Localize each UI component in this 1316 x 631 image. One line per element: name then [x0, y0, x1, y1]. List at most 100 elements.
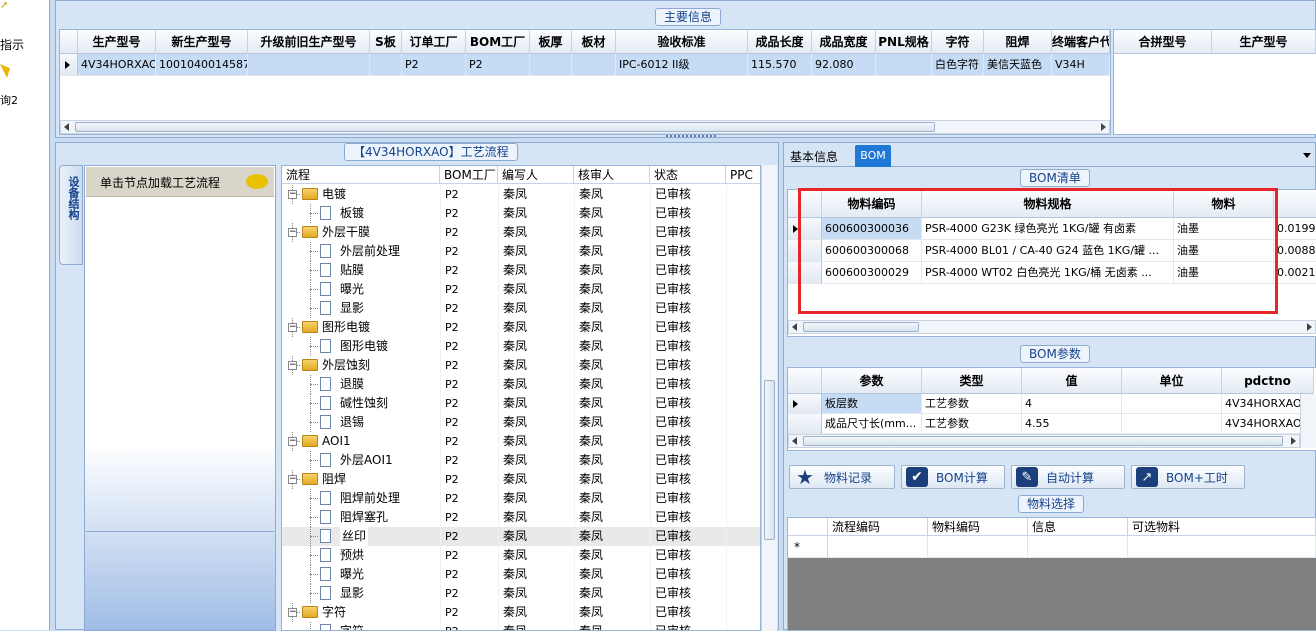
- param-col-header[interactable]: pdctno: [1222, 368, 1314, 394]
- bom-list-hscroll[interactable]: [788, 320, 1316, 334]
- bom-worktime-button[interactable]: ↗ BOM+工时: [1131, 465, 1245, 489]
- main-cell[interactable]: [370, 54, 402, 76]
- process-row[interactable]: − 外层蚀刻 P2 秦凤 秦凤 已审核: [282, 356, 760, 375]
- vscroll-thumb[interactable]: [764, 380, 775, 540]
- param-row[interactable]: 成品尺寸长(mm... 工艺参数 4.55 4V34HORXAO: [788, 414, 1316, 434]
- process-row[interactable]: − 阻焊 P2 秦凤 秦凤 已审核: [282, 470, 760, 489]
- process-row[interactable]: 显影 P2 秦凤 秦凤 已审核: [282, 299, 760, 318]
- main-col-header[interactable]: 板厚: [530, 30, 572, 54]
- process-row[interactable]: − AOI1 P2 秦凤 秦凤 已审核: [282, 432, 760, 451]
- process-row[interactable]: 阻焊塞孔 P2 秦凤 秦凤 已审核: [282, 508, 760, 527]
- process-vscroll[interactable]: [761, 165, 777, 631]
- tab-bom[interactable]: BOM: [855, 145, 891, 167]
- param-col-header[interactable]: 参数: [822, 368, 922, 394]
- scroll-left-icon[interactable]: [792, 437, 797, 445]
- param-cell[interactable]: 4: [1022, 394, 1122, 414]
- param-cell[interactable]: 工艺参数: [922, 414, 1022, 434]
- process-col-header[interactable]: BOM工厂: [440, 166, 498, 183]
- process-row[interactable]: 丝印 P2 秦凤 秦凤 已审核: [282, 527, 760, 546]
- scroll-thumb[interactable]: [803, 322, 919, 332]
- main-col-header[interactable]: BOM工厂: [466, 30, 530, 54]
- main-cell[interactable]: IPC-6012 II级: [616, 54, 748, 76]
- main-cell[interactable]: [248, 54, 370, 76]
- main-col-header[interactable]: PNL规格: [876, 30, 932, 54]
- material-col-header[interactable]: 流程编码: [828, 518, 928, 535]
- main-col-header[interactable]: 升级前旧生产型号: [248, 30, 370, 54]
- scroll-thumb[interactable]: [75, 122, 935, 132]
- nav-item-indicate[interactable]: 指示: [0, 36, 24, 53]
- material-col-header[interactable]: 物料编码: [928, 518, 1028, 535]
- process-row[interactable]: 退膜 P2 秦凤 秦凤 已审核: [282, 375, 760, 394]
- collapse-toggle-icon[interactable]: −: [288, 475, 297, 484]
- scroll-right-icon[interactable]: [1291, 437, 1296, 445]
- row-selector[interactable]: [788, 414, 822, 434]
- bom-cell[interactable]: 0.0199: [1274, 218, 1316, 240]
- main-cell[interactable]: 92.080: [812, 54, 876, 76]
- col-merge-model[interactable]: 合拼型号: [1114, 30, 1212, 54]
- bom-cell[interactable]: 0.0021: [1274, 262, 1316, 284]
- process-row[interactable]: − 图形电镀 P2 秦凤 秦凤 已审核: [282, 318, 760, 337]
- process-col-header[interactable]: 流程: [282, 166, 440, 183]
- main-cell[interactable]: V34H: [1052, 54, 1110, 76]
- main-col-header[interactable]: 新生产型号: [156, 30, 248, 54]
- scroll-right-icon[interactable]: [1101, 123, 1106, 131]
- process-row[interactable]: 曝光 P2 秦凤 秦凤 已审核: [282, 280, 760, 299]
- process-col-header[interactable]: PPC: [726, 166, 760, 183]
- hint-bar[interactable]: 单击节点加载工艺流程: [86, 167, 274, 197]
- process-col-header[interactable]: 状态: [650, 166, 726, 183]
- process-row[interactable]: 预烘 P2 秦凤 秦凤 已审核: [282, 546, 760, 565]
- param-cell[interactable]: 成品尺寸长(mm...: [822, 414, 922, 434]
- param-cell[interactable]: 4.55: [1022, 414, 1122, 434]
- main-cell[interactable]: [572, 54, 616, 76]
- param-cell[interactable]: 板层数: [822, 394, 922, 414]
- process-row[interactable]: − 电镀 P2 秦凤 秦凤 已审核: [282, 185, 760, 204]
- main-col-header[interactable]: 订单工厂: [402, 30, 466, 54]
- main-cell[interactable]: [530, 54, 572, 76]
- auto-calc-button[interactable]: ✎ 自动计算: [1011, 465, 1125, 489]
- process-row[interactable]: 曝光 P2 秦凤 秦凤 已审核: [282, 565, 760, 584]
- main-col-header[interactable]: 验收标准: [616, 30, 748, 54]
- main-col-header[interactable]: 字符: [932, 30, 984, 54]
- bom-calc-button[interactable]: ✔ BOM计算: [901, 465, 1005, 489]
- main-col-header[interactable]: 阻焊: [984, 30, 1052, 54]
- tab-basic-info[interactable]: 基本信息: [790, 148, 838, 165]
- process-row[interactable]: 阻焊前处理 P2 秦凤 秦凤 已审核: [282, 489, 760, 508]
- param-row[interactable]: 板层数 工艺参数 4 4V34HORXAO: [788, 394, 1316, 414]
- process-row[interactable]: − 字符 P2 秦凤 秦凤 已审核: [282, 603, 760, 622]
- scroll-right-icon[interactable]: [1307, 323, 1312, 331]
- process-row[interactable]: 外层AOI1 P2 秦凤 秦凤 已审核: [282, 451, 760, 470]
- material-record-button[interactable]: ★ 物料记录: [789, 465, 895, 489]
- collapse-toggle-icon[interactable]: −: [288, 361, 297, 370]
- bom-col-header[interactable]: [1274, 190, 1316, 218]
- scroll-left-icon[interactable]: [64, 123, 69, 131]
- main-cell[interactable]: P2: [466, 54, 530, 76]
- scroll-thumb[interactable]: [803, 436, 1283, 446]
- main-col-header[interactable]: 生产型号: [78, 30, 156, 54]
- param-cell[interactable]: [1122, 394, 1222, 414]
- process-row[interactable]: 贴膜 P2 秦凤 秦凤 已审核: [282, 261, 760, 280]
- process-col-header[interactable]: 编写人: [498, 166, 574, 183]
- main-cell[interactable]: 10010400145871: [156, 54, 248, 76]
- main-col-header[interactable]: S板: [370, 30, 402, 54]
- dropdown-icon[interactable]: [1303, 153, 1311, 158]
- main-cell[interactable]: [876, 54, 932, 76]
- main-col-header[interactable]: 终端客户代: [1052, 30, 1110, 54]
- main-col-header[interactable]: 成品长度: [748, 30, 812, 54]
- new-row-header[interactable]: *: [788, 536, 828, 558]
- param-col-header[interactable]: 类型: [922, 368, 1022, 394]
- param-col-header[interactable]: 值: [1022, 368, 1122, 394]
- row-selector[interactable]: [60, 54, 78, 76]
- collapse-toggle-icon[interactable]: −: [288, 323, 297, 332]
- bom-params-vscroll[interactable]: [1300, 394, 1316, 448]
- param-cell[interactable]: [1122, 414, 1222, 434]
- param-cell[interactable]: 工艺参数: [922, 394, 1022, 414]
- process-row[interactable]: 板镀 P2 秦凤 秦凤 已审核: [282, 204, 760, 223]
- process-row[interactable]: 显影 P2 秦凤 秦凤 已审核: [282, 584, 760, 603]
- process-col-header[interactable]: 核审人: [574, 166, 650, 183]
- main-info-hscroll[interactable]: [60, 120, 1110, 134]
- process-row[interactable]: 碱性蚀刻 P2 秦凤 秦凤 已审核: [282, 394, 760, 413]
- main-col-header[interactable]: 板材: [572, 30, 616, 54]
- splitter-grip[interactable]: [666, 135, 716, 139]
- process-row[interactable]: − 外层干膜 P2 秦凤 秦凤 已审核: [282, 223, 760, 242]
- process-row[interactable]: 外层前处理 P2 秦凤 秦凤 已审核: [282, 242, 760, 261]
